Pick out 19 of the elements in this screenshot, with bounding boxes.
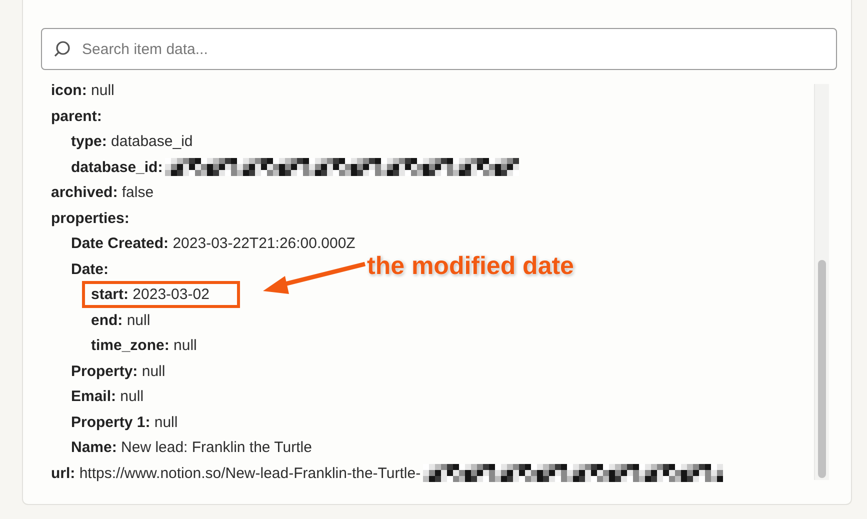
field-entry: Date Created: 2023-03-22T21:26:00.000Z — [71, 234, 356, 254]
scrollbar[interactable] — [814, 84, 829, 480]
field-entry: Email: null — [71, 387, 144, 408]
field-entry: archived: false — [51, 183, 154, 204]
search-field[interactable]: Search item data... — [41, 28, 837, 70]
field-entry: url: https://www.notion.so/New-lead-Franklin-the-Turtle- — [51, 464, 421, 484]
field-entry: Name: New lead: Franklin the Turtle — [71, 438, 312, 458]
field-entry: time_zone: null — [91, 336, 197, 356]
field-entry: Property 1: null — [71, 412, 178, 433]
field-entry: Date: — [71, 260, 109, 280]
field-entry: Property: null — [71, 362, 166, 382]
field-entry: icon: null — [51, 81, 114, 102]
highlighted-field: start: 2023-03-02 — [82, 281, 240, 308]
field-entry: parent: — [51, 106, 102, 127]
field-entry: end: null — [91, 310, 150, 331]
field-entry: database_id: — [71, 158, 163, 178]
field-entry: properties: — [51, 208, 130, 229]
field-entry: type: database_id — [71, 132, 193, 152]
annotation-label: the modified date — [367, 252, 574, 281]
